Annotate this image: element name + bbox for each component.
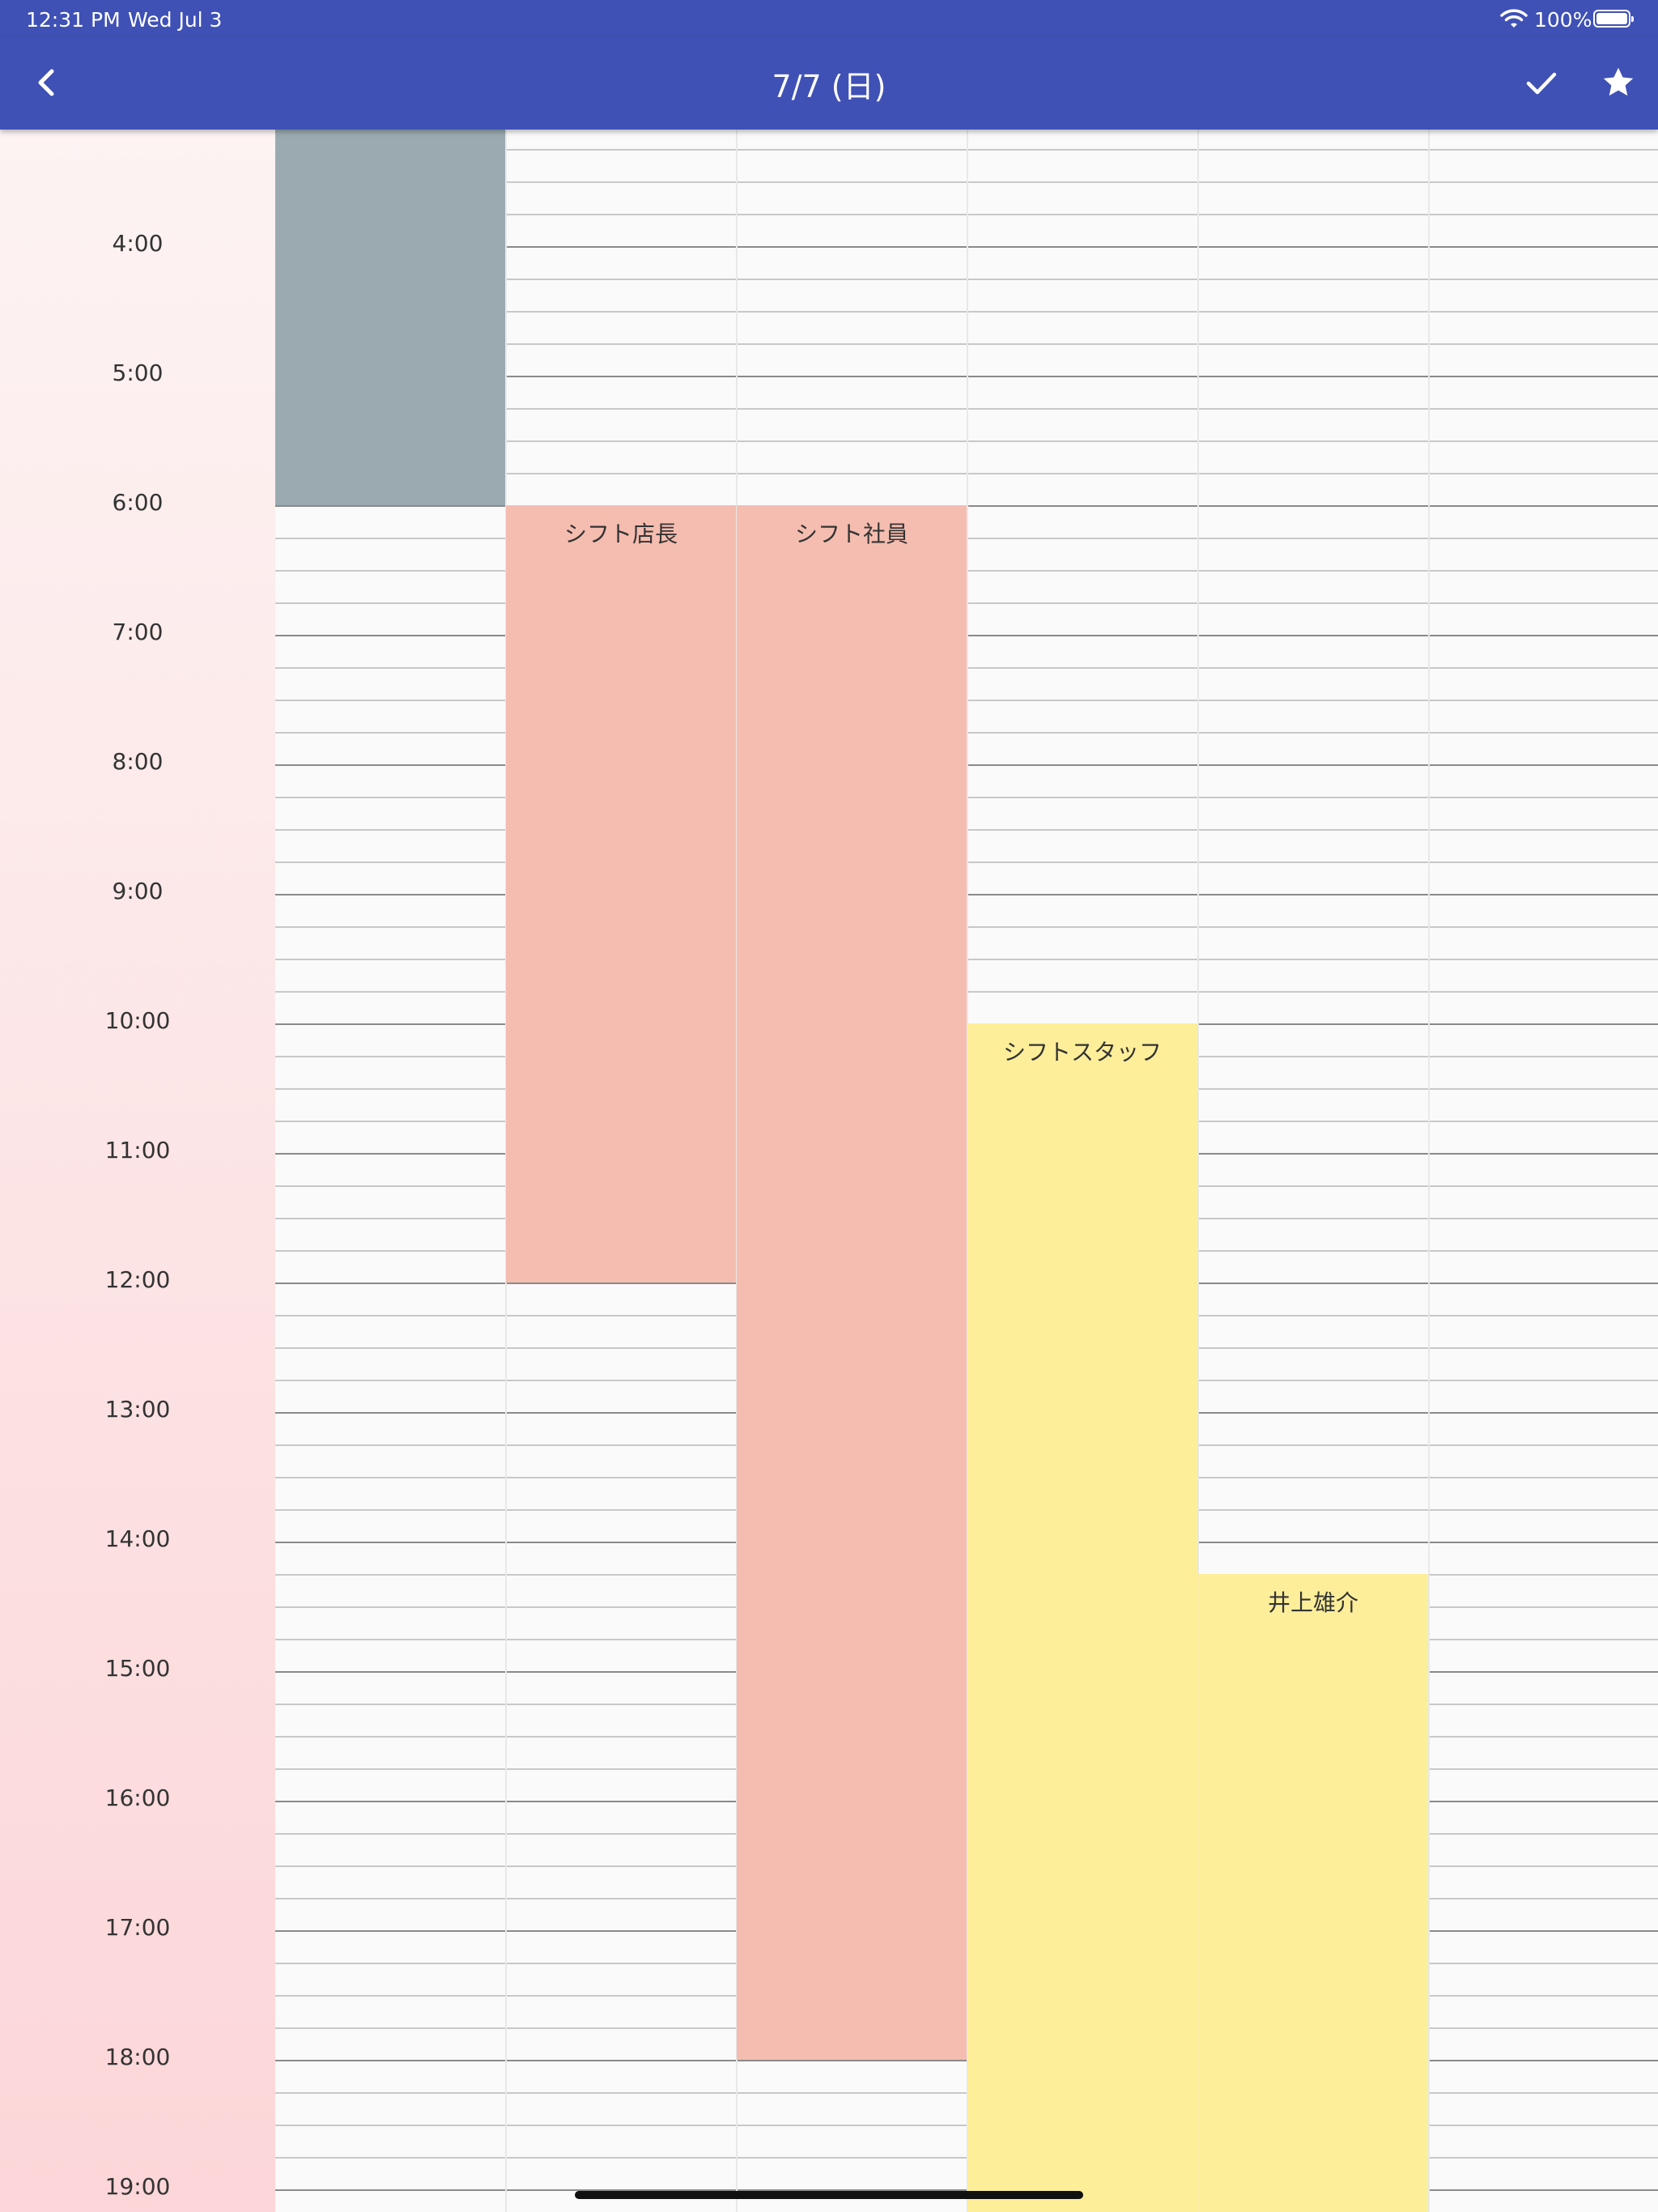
shift-block[interactable]: シフトスタッフ	[967, 1023, 1197, 2212]
time-label: 15:00	[104, 1655, 171, 1682]
shift-label: 井上雄介	[1267, 1589, 1358, 1616]
shift-block[interactable]: シフト店長	[506, 505, 736, 1283]
battery-percent: 100%	[1534, 8, 1592, 32]
time-label: 4:00	[112, 230, 164, 257]
favorite-button[interactable]	[1594, 58, 1643, 107]
shift-label: シフトスタッフ	[1002, 1039, 1162, 1066]
time-label: 16:00	[104, 1784, 171, 1811]
unavailable-block[interactable]	[275, 130, 505, 505]
wifi-icon	[1499, 8, 1528, 29]
battery-icon	[1593, 10, 1634, 28]
page-title: 7/7 (日)	[772, 69, 886, 104]
time-label: 12:00	[104, 1266, 171, 1293]
time-label: 5:00	[112, 359, 164, 386]
time-label: 11:00	[104, 1137, 171, 1163]
status-date: Wed Jul 3	[128, 8, 223, 32]
status-time: 12:31 PM	[26, 8, 121, 32]
confirm-button[interactable]	[1517, 58, 1566, 107]
time-label: 7:00	[112, 619, 164, 645]
time-label: 14:00	[104, 1525, 171, 1552]
time-label: 10:00	[104, 1007, 171, 1034]
shift-block[interactable]: シフト社員	[737, 505, 967, 2060]
time-label: 18:00	[104, 2044, 171, 2070]
time-label: 13:00	[104, 1396, 171, 1423]
check-icon	[1526, 72, 1557, 95]
home-indicator	[575, 2191, 1083, 2199]
time-label: 6:00	[112, 489, 164, 516]
shift-label: シフト店長	[563, 521, 678, 547]
star-icon	[1603, 67, 1634, 96]
time-label: 8:00	[112, 748, 164, 775]
shift-label: シフト社員	[794, 521, 908, 547]
shift-block[interactable]: 井上雄介	[1198, 1574, 1428, 2212]
column-divider	[1428, 130, 1430, 2212]
time-column: 4:00 5:00 6:00 7:00 8:00 9:00 10:00 11:00 12:00 1…	[0, 130, 275, 2212]
schedule-grid[interactable]: シフト店長 シフト社員シフトスタッフ井上雄介	[275, 130, 1658, 2212]
time-label: 9:00	[112, 878, 164, 904]
status-bar: 12:31 PM Wed Jul 3 100%	[0, 0, 1658, 37]
time-label: 17:00	[104, 1914, 171, 1941]
time-label: 19:00	[104, 2173, 171, 2200]
app-bar: 7/7 (日)	[0, 37, 1658, 130]
